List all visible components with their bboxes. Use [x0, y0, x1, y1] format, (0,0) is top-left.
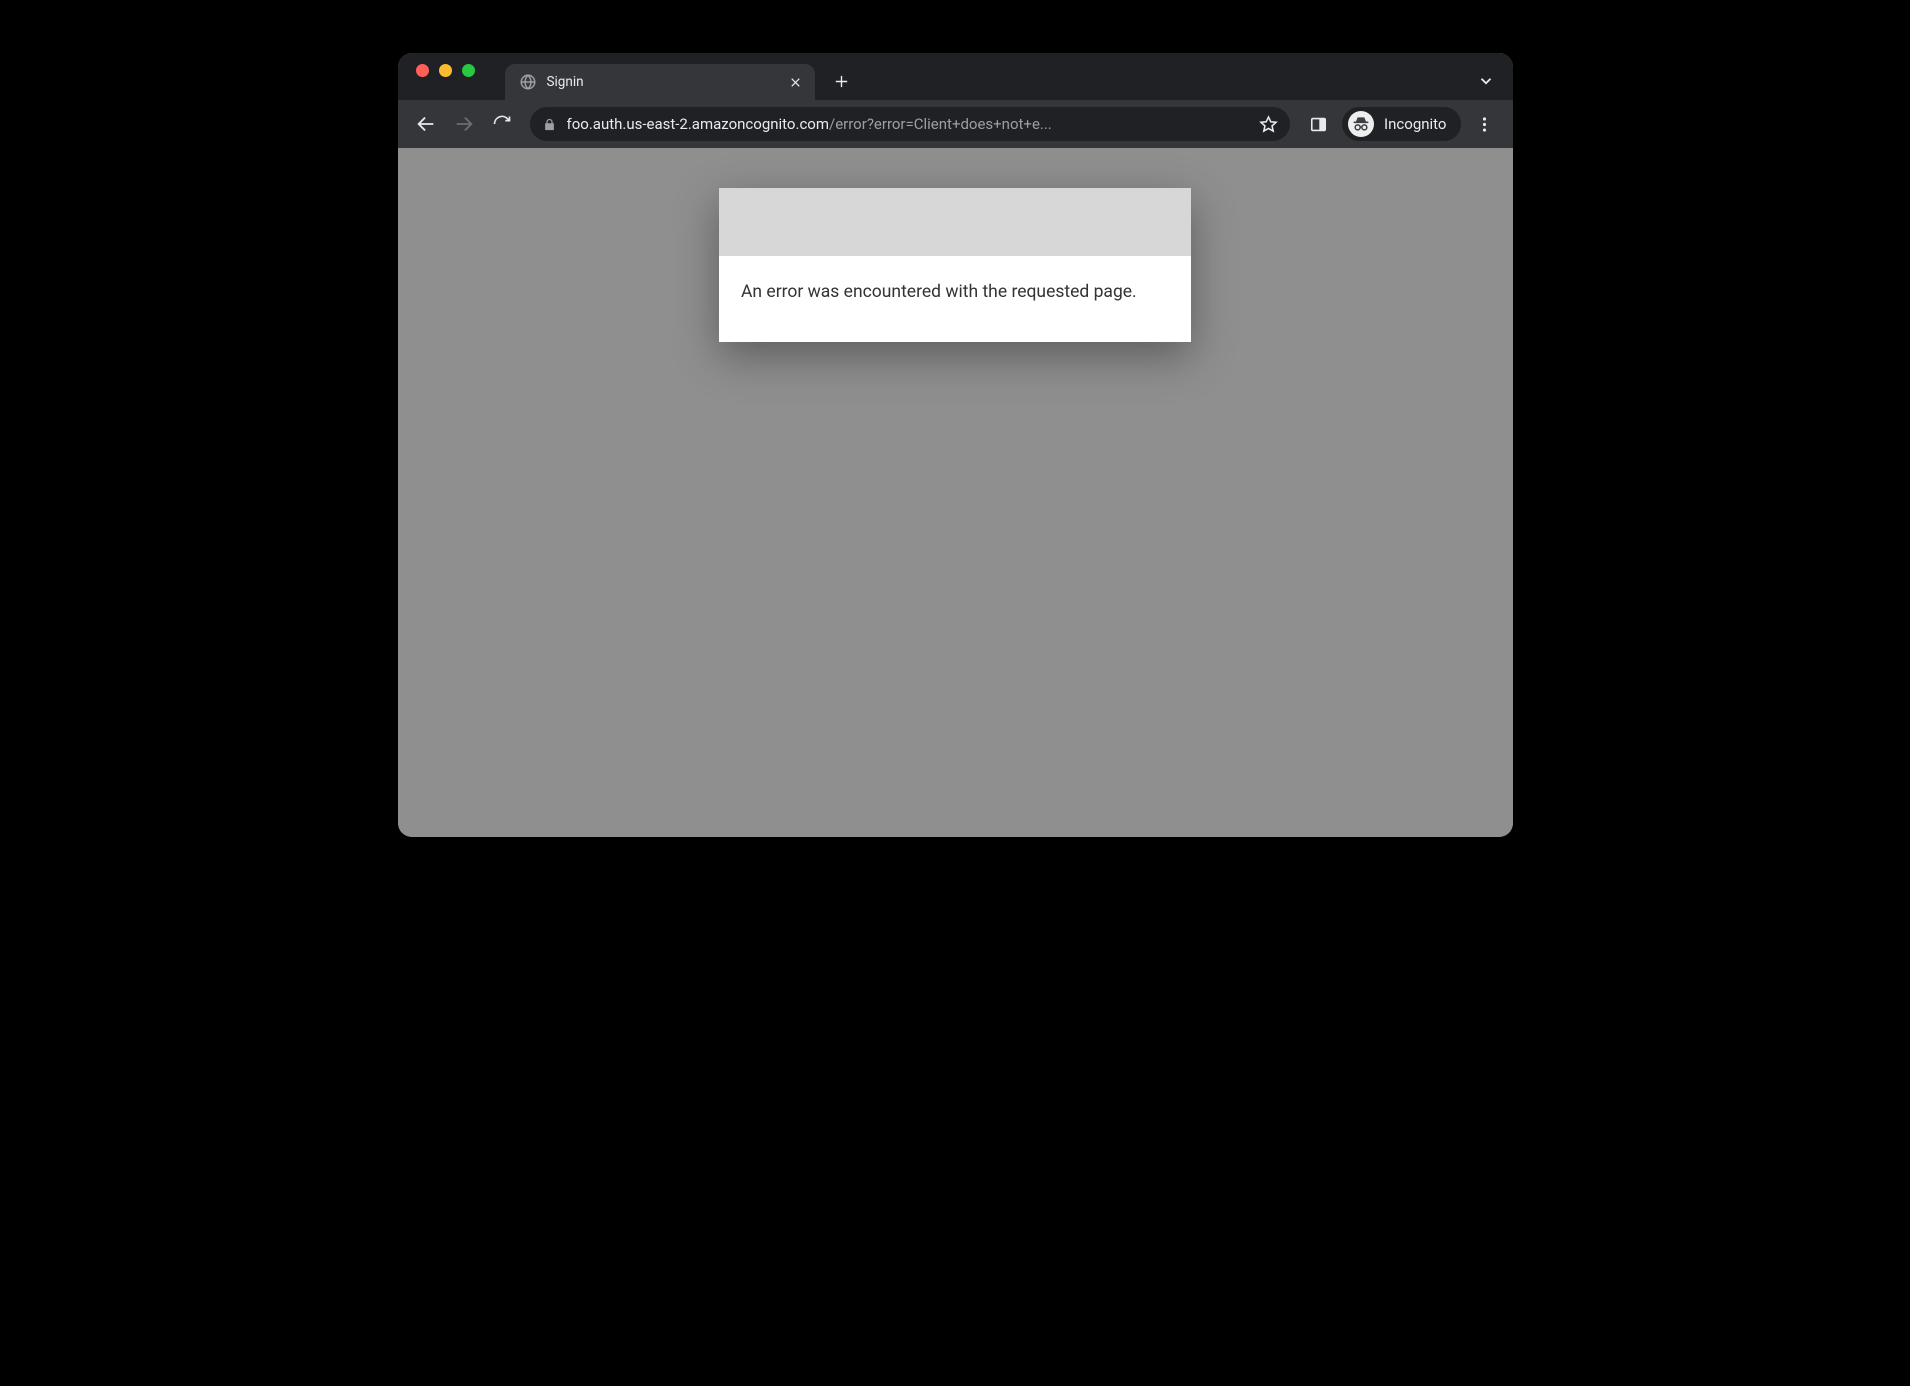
error-card-header [719, 188, 1191, 256]
address-bar[interactable]: foo.auth.us-east-2.amazoncognito.com/err… [530, 107, 1291, 141]
url-domain: foo.auth.us-east-2.amazoncognito.com [567, 115, 830, 133]
error-card: An error was encountered with the reques… [719, 188, 1191, 342]
nav-back-button[interactable] [408, 106, 444, 142]
reload-button[interactable] [484, 106, 520, 142]
browser-toolbar: foo.auth.us-east-2.amazoncognito.com/err… [398, 100, 1513, 148]
page-content: An error was encountered with the reques… [398, 148, 1513, 837]
side-panel-button[interactable] [1300, 106, 1336, 142]
globe-icon [519, 73, 537, 91]
tabs-dropdown-button[interactable] [1471, 66, 1501, 96]
window-minimize-button[interactable] [439, 64, 452, 77]
tab-strip: Signin [398, 53, 1513, 100]
url-text: foo.auth.us-east-2.amazoncognito.com/err… [567, 115, 1250, 133]
browser-window: Signin [398, 53, 1513, 837]
incognito-label: Incognito [1384, 115, 1446, 133]
incognito-indicator[interactable]: Incognito [1342, 107, 1460, 141]
tab-title: Signin [547, 74, 584, 90]
browser-tab[interactable]: Signin [505, 64, 815, 100]
incognito-icon [1348, 111, 1374, 137]
new-tab-button[interactable] [827, 66, 857, 96]
error-message: An error was encountered with the reques… [719, 256, 1191, 342]
window-maximize-button[interactable] [462, 64, 475, 77]
window-close-button[interactable] [416, 64, 429, 77]
lock-icon [542, 117, 557, 132]
nav-forward-button[interactable] [446, 106, 482, 142]
bookmark-button[interactable] [1259, 115, 1278, 134]
menu-button[interactable] [1467, 106, 1503, 142]
url-path: /error?error=Client+does+not+e... [829, 115, 1052, 133]
close-tab-button[interactable] [787, 73, 805, 91]
window-controls [416, 53, 475, 100]
